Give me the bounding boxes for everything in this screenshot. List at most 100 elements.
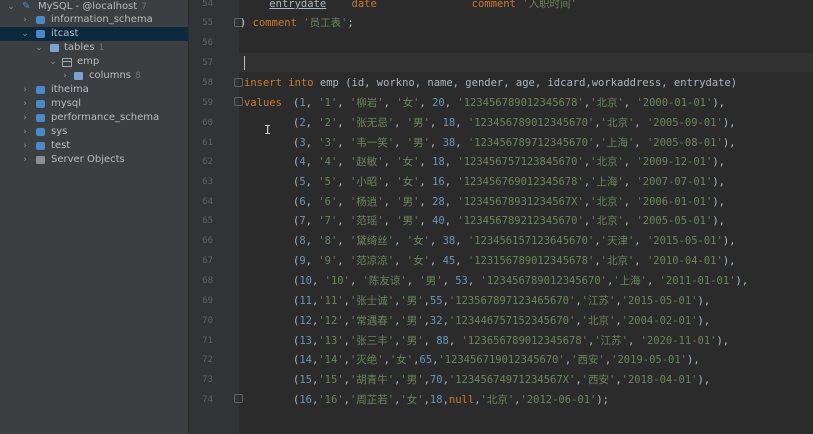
sql-string: '男' — [396, 215, 420, 227]
sql-number: 45 — [442, 255, 456, 267]
sql-string: '张士诚' — [349, 295, 395, 307]
sql-string: '12' — [318, 315, 344, 327]
sql-string: '5' — [318, 176, 338, 188]
sql-punct: ); — [596, 394, 610, 406]
sql-punct: , — [634, 235, 647, 247]
sql-punct: ), — [697, 315, 711, 327]
chevron-right-icon[interactable]: › — [60, 69, 70, 83]
tree-node-information-schema[interactable]: › information_schema — [0, 13, 188, 27]
tree-node-localhost[interactable]: ⌄ ✎ MySQL - @localhost 7 — [0, 0, 188, 14]
tree-node-tables[interactable]: ⌄ tables 1 — [0, 41, 188, 55]
line-number: 67 — [202, 256, 213, 266]
sql-string: '西安' — [571, 354, 605, 366]
table-icon — [62, 58, 72, 67]
sql-string: '123456719012345670' — [438, 354, 565, 366]
sql-string: '北京' — [590, 196, 624, 208]
fold-marker-icon[interactable] — [234, 97, 243, 106]
sql-punct: , — [305, 156, 319, 168]
sql-keyword: comment — [471, 0, 516, 10]
chevron-right-icon[interactable]: › — [20, 153, 30, 167]
tree-node-itheima[interactable]: › itheima — [0, 83, 188, 97]
tree-count: 1 — [98, 43, 105, 53]
sql-punct: , — [444, 196, 458, 208]
fold-marker-icon[interactable] — [234, 78, 243, 87]
sql-keyword: values — [244, 97, 282, 109]
sql-string: '123456789012345678' — [457, 97, 584, 109]
sql-string: '9' — [318, 255, 338, 267]
sql-keyword: insert — [244, 77, 282, 89]
tree-label: columns — [89, 70, 132, 81]
sql-string: '2006-01-01' — [636, 196, 713, 208]
sql-punct: , — [337, 196, 350, 208]
tree-node-mysql[interactable]: › mysql — [0, 97, 188, 111]
chevron-down-icon[interactable]: ⌄ — [20, 27, 30, 41]
sql-string: '10' — [324, 275, 350, 287]
values-row: (14,'14','灭绝','女',65,'123456719012345670… — [293, 353, 700, 367]
sql-number: 16 — [432, 176, 445, 188]
sql-punct: , — [419, 196, 433, 208]
line-number: 64 — [202, 197, 213, 207]
sql-string: '小昭' — [349, 176, 384, 188]
sql-string: '韦一笑' — [349, 137, 395, 149]
sql-punct: ), — [722, 137, 736, 149]
sql-punct: , — [337, 156, 350, 168]
sql-punct: , — [337, 255, 350, 267]
chevron-right-icon[interactable]: › — [20, 125, 30, 139]
sql-string: '123456757123845670' — [457, 156, 584, 168]
sql-string: '2020-11-01' — [640, 335, 717, 347]
tree-node-server-objects[interactable]: › Server Objects — [0, 153, 188, 167]
chevron-right-icon[interactable]: › — [20, 97, 30, 111]
sql-punct: , — [627, 335, 641, 347]
sql-punct: , — [429, 137, 443, 149]
sql-string: '2005-05-01' — [636, 215, 713, 227]
chevron-down-icon[interactable]: ⌄ — [6, 0, 16, 14]
chevron-right-icon[interactable]: › — [20, 111, 30, 125]
line-number: 58 — [202, 78, 213, 88]
sql-punct: , — [623, 97, 637, 109]
tree-node-performance-schema[interactable]: › performance_schema — [0, 111, 188, 125]
sql-string: '员工表' — [303, 17, 348, 29]
tree-node-emp[interactable]: ⌄ emp — [0, 55, 188, 69]
sql-string: '黛绮丝' — [349, 235, 395, 247]
tree-node-test[interactable]: › test — [0, 139, 188, 153]
chevron-right-icon[interactable]: › — [20, 13, 30, 27]
sql-string: '7' — [318, 215, 338, 227]
line-number: 65 — [202, 216, 213, 226]
sql-string: '天津' — [600, 235, 635, 247]
sql-string: '123456789012345670' — [480, 275, 607, 287]
tree-node-itcast[interactable]: ⌄ itcast — [0, 27, 188, 41]
sql-punct: , — [383, 196, 397, 208]
code-values-keyword: values — [244, 96, 282, 110]
tree-node-columns[interactable]: › columns 8 — [0, 69, 188, 83]
sql-string: '2015-05-01' — [621, 295, 698, 307]
sql-punct: ), — [712, 196, 725, 208]
sql-string: '3' — [318, 137, 338, 149]
values-row: (3, '3', '韦一笑', '男', 38, '12345678971234… — [293, 136, 735, 150]
values-row: (13,'13','张三丰','男', 88, '123656789012345… — [293, 334, 729, 348]
tree-label: tables — [64, 42, 95, 53]
line-number: 57 — [202, 58, 213, 68]
line-number: 61 — [202, 138, 213, 148]
chevron-right-icon[interactable]: › — [20, 139, 30, 153]
sql-string: '女' — [396, 156, 420, 168]
fold-marker-icon[interactable] — [234, 394, 243, 403]
database-icon — [36, 128, 45, 136]
line-number: 60 — [202, 118, 213, 128]
sql-string: '1' — [318, 97, 338, 109]
chevron-down-icon[interactable]: ⌄ — [48, 55, 58, 69]
sql-string: '2007-07-01' — [636, 176, 713, 188]
sql-punct: ), — [697, 295, 711, 307]
line-number: 72 — [202, 355, 213, 365]
sql-number: 18 — [442, 117, 456, 129]
values-row: (11,'11','张士诚','男',55,'12356789712346567… — [293, 294, 710, 308]
sql-punct: , — [429, 255, 443, 267]
sql-string: '上海' — [613, 275, 647, 287]
database-explorer: ⌄ ✎ MySQL - @localhost 7 › information_sc… — [0, 0, 188, 434]
sql-punct: ) — [240, 17, 253, 29]
sql-punct: , — [305, 97, 319, 109]
tree-node-sys[interactable]: › sys — [0, 125, 188, 139]
sql-string: '123456789212345670' — [457, 215, 584, 227]
chevron-down-icon[interactable]: ⌄ — [34, 41, 44, 55]
line-number: 59 — [202, 98, 213, 108]
chevron-right-icon[interactable]: › — [20, 83, 30, 97]
